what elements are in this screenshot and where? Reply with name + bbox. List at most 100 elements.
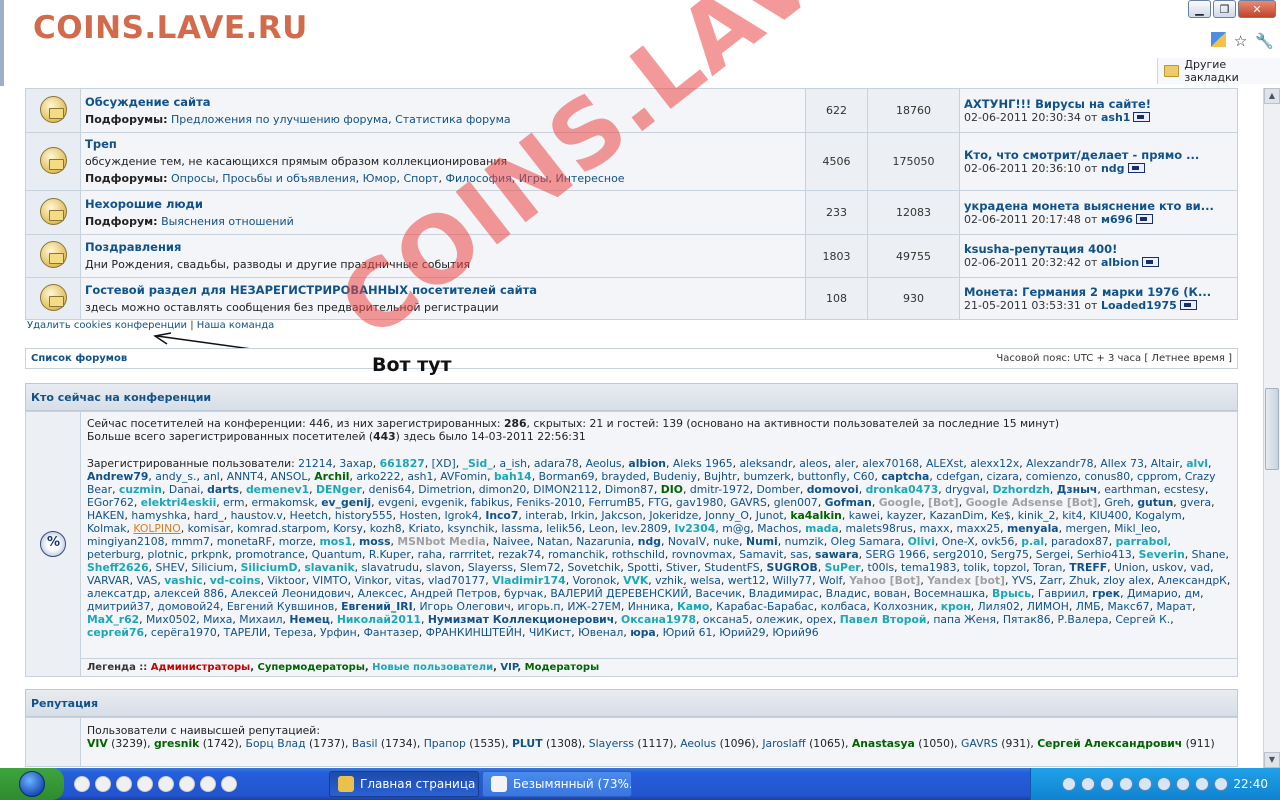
reputation-user-link[interactable]: Jaroslaff	[762, 737, 805, 750]
online-user-link[interactable]: Irkin	[571, 509, 595, 522]
online-user-link[interactable]: uskov	[1152, 561, 1183, 574]
last-post-link[interactable]: украдена монета выяснение кто ви...	[964, 199, 1214, 213]
online-user-link[interactable]: Николай2011	[337, 613, 421, 626]
app-icon[interactable]	[200, 776, 216, 792]
online-user-link[interactable]: buttonfly	[798, 470, 847, 483]
online-user-link[interactable]: paradox87	[1051, 535, 1109, 548]
online-user-link[interactable]: Serhio413	[1077, 548, 1132, 561]
scroll-thumb[interactable]	[1265, 388, 1279, 470]
online-user-link[interactable]: romanchik	[548, 548, 605, 561]
online-user-link[interactable]: prkpnk	[191, 548, 229, 561]
online-user-link[interactable]: dimon20	[479, 483, 527, 496]
online-user-link[interactable]: glen007	[774, 496, 818, 509]
online-user-link[interactable]: lv2304	[675, 522, 716, 535]
last-post-title[interactable]: Кто, что смотрит/делает - прямо ...	[964, 148, 1233, 162]
online-user-link[interactable]: Wolf	[819, 574, 842, 587]
online-user-link[interactable]: FerrumB5	[589, 496, 642, 509]
online-user-link[interactable]: Камо	[677, 600, 709, 613]
legend-item[interactable]: Модераторы	[525, 662, 599, 673]
online-user-link[interactable]: Jokeridze	[649, 509, 698, 522]
online-user-link[interactable]: t00ls	[867, 561, 894, 574]
online-user-link[interactable]: dmitr-1972	[690, 483, 750, 496]
online-user-link[interactable]: ЛМБ	[1076, 600, 1101, 613]
online-user-link[interactable]: slavanik	[304, 561, 354, 574]
online-user-link[interactable]: Ke$	[991, 509, 1011, 522]
online-user-link[interactable]: cizara	[987, 470, 1019, 483]
online-user-link[interactable]: albion	[628, 457, 666, 470]
tray-icon[interactable]	[1081, 777, 1096, 791]
online-user-link[interactable]: MaX_r62	[87, 613, 139, 626]
last-post-author[interactable]: albion	[1101, 256, 1139, 269]
online-user-link[interactable]: Dimetrion	[418, 483, 472, 496]
online-user-link[interactable]: Юрий 61	[663, 626, 713, 639]
online-user-link[interactable]: вован	[874, 587, 907, 600]
online-user-link[interactable]: m@g	[722, 522, 750, 535]
online-user-link[interactable]: бурчак	[504, 587, 543, 600]
online-user-link[interactable]: EGor762	[87, 496, 134, 509]
page-icon[interactable]	[1210, 32, 1226, 47]
online-user-link[interactable]: Domber	[756, 483, 799, 496]
online-user-link[interactable]: vd-coins	[210, 574, 261, 587]
online-user-link[interactable]: крон	[941, 600, 971, 613]
last-post-author[interactable]: Loaded1975	[1101, 299, 1177, 312]
online-user-link[interactable]: darts	[207, 483, 239, 496]
online-user-link[interactable]: Aleks 1965	[673, 457, 733, 470]
online-user-link[interactable]: gav1980	[676, 496, 723, 509]
online-user-link[interactable]: АлександрК	[1158, 574, 1227, 587]
online-user-link[interactable]: Heetch	[290, 509, 328, 522]
online-user-link[interactable]: komrad.starpom	[237, 522, 326, 535]
online-user-link[interactable]: elektri4eskii	[141, 496, 217, 509]
online-user-link[interactable]: ka4alkin	[790, 509, 842, 522]
online-user-link[interactable]: ЛИМОН	[1027, 600, 1069, 613]
tray-icon[interactable]	[1062, 777, 1077, 791]
online-user-link[interactable]: rarrritet	[449, 548, 491, 561]
online-user-link[interactable]: Sovetchik	[568, 561, 621, 574]
online-user-link[interactable]: DIO	[661, 483, 683, 496]
tray-icon[interactable]	[1176, 777, 1191, 791]
online-user-link[interactable]: Spotti	[627, 561, 659, 574]
online-user-link[interactable]: _Sid_	[463, 457, 493, 470]
online-user-link[interactable]: Dzhordzh	[993, 483, 1050, 496]
online-user-link[interactable]: fabikus	[471, 496, 510, 509]
online-user-link[interactable]: Greh	[1104, 496, 1130, 509]
online-user-link[interactable]: Yandex [bot]	[927, 574, 1005, 587]
wrench-icon[interactable]: 🔧	[1255, 32, 1274, 50]
online-user-link[interactable]: a_ish	[500, 457, 527, 470]
skype-icon[interactable]	[158, 776, 174, 792]
reputation-user-link[interactable]: Aeolus	[680, 737, 716, 750]
online-user-link[interactable]: tema1983	[901, 561, 957, 574]
online-user-link[interactable]: domovoi	[807, 483, 859, 496]
online-user-link[interactable]: Урфин	[320, 626, 357, 639]
online-user-link[interactable]: Тереза	[274, 626, 313, 639]
tray-icon[interactable]	[1157, 777, 1172, 791]
online-user-link[interactable]: орех	[806, 613, 833, 626]
online-user-link[interactable]: ecstesy	[1164, 483, 1205, 496]
online-user-link[interactable]: lassma	[501, 522, 539, 535]
online-user-link[interactable]: Natan	[537, 535, 569, 548]
online-user-link[interactable]: ИЖ-27ЕМ	[567, 600, 620, 613]
online-user-link[interactable]: Михаил	[239, 613, 282, 626]
online-user-link[interactable]: Numi	[746, 535, 778, 548]
online-user-link[interactable]: Димарио	[1127, 587, 1178, 600]
online-user-link[interactable]: haustov.v	[231, 509, 283, 522]
online-user-link[interactable]: erm	[223, 496, 244, 509]
online-user-link[interactable]: Allex 73	[1100, 457, 1143, 470]
online-user-link[interactable]: TREFF	[1069, 561, 1107, 574]
online-user-link[interactable]: Hosten	[400, 509, 438, 522]
online-user-link[interactable]: aleksandr	[740, 457, 793, 470]
online-user-link[interactable]: C60	[853, 470, 874, 483]
scroll-up-button[interactable]: ▲	[1264, 88, 1280, 104]
online-user-link[interactable]: kayzer	[887, 509, 923, 522]
reputation-user-link[interactable]: Anastasya	[852, 737, 915, 750]
online-user-link[interactable]: demenev1	[246, 483, 309, 496]
online-user-link[interactable]: bumzerk	[743, 470, 790, 483]
online-user-link[interactable]: [Bot]	[928, 496, 959, 509]
online-user-link[interactable]: aler	[835, 457, 856, 470]
online-user-link[interactable]: Алексей Леонидович	[231, 587, 351, 600]
online-user-link[interactable]: DIMON2112	[533, 483, 598, 496]
online-user-link[interactable]: Миха	[203, 613, 232, 626]
go-to-post-icon[interactable]	[1133, 111, 1151, 122]
online-user-link[interactable]: Павел Второй	[840, 613, 927, 626]
online-user-link[interactable]: ksynchik	[447, 522, 494, 535]
reputation-user-link[interactable]: Slayerss	[589, 737, 634, 750]
